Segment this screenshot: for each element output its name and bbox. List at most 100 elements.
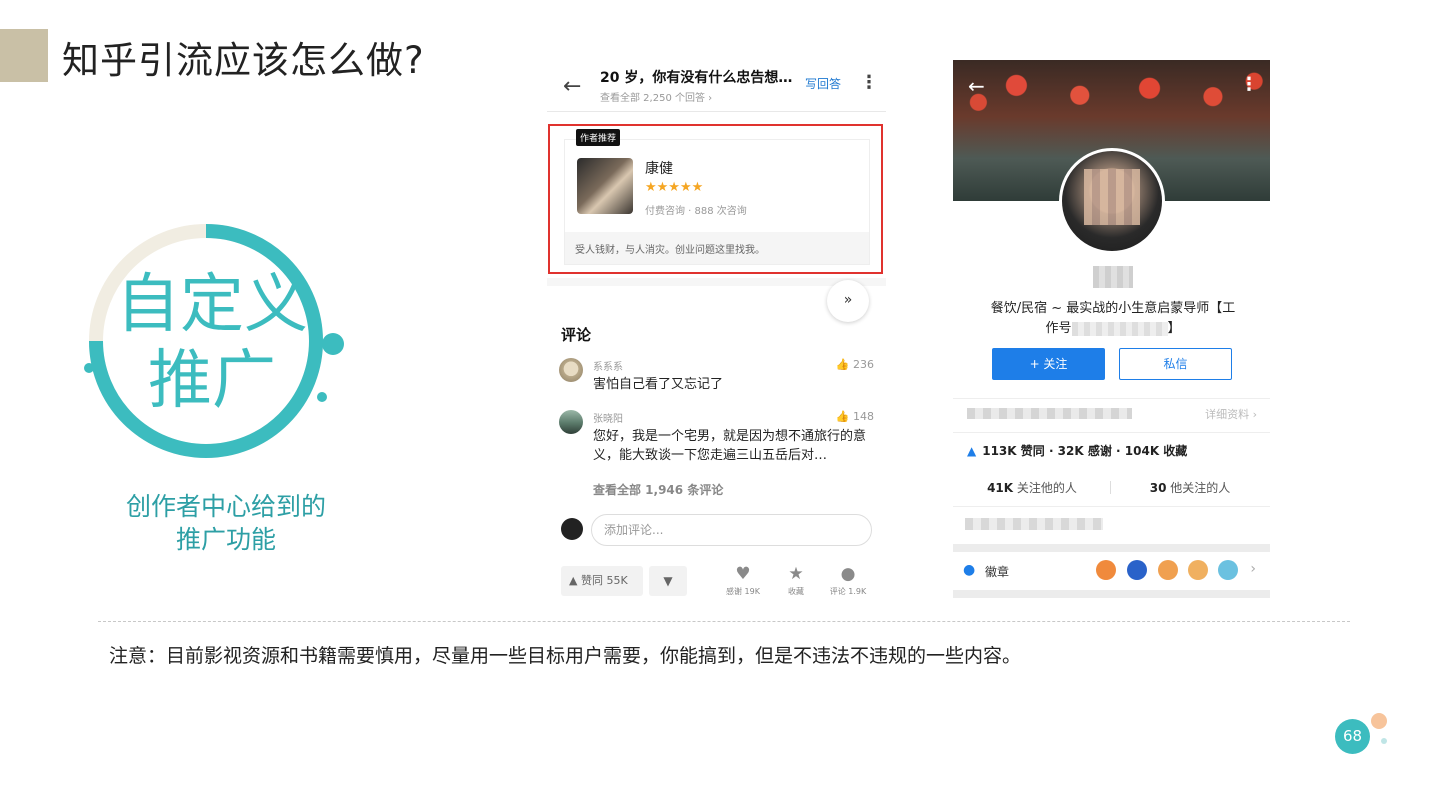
comments-title: 评论 — [561, 326, 592, 344]
profile-name-mosaic — [1093, 266, 1133, 288]
answer-action-bar: ▲ 赞同 55K ▼ ♥ 感谢 19K ★ 收藏 ● 评论 1.9K — [547, 560, 886, 606]
detail-link[interactable]: 详细资料 › — [1205, 406, 1257, 422]
following-stat[interactable]: 41K 关注他的人 — [953, 479, 1111, 496]
section-band — [953, 590, 1270, 598]
add-comment-input[interactable]: 添加评论... — [591, 514, 872, 546]
message-button[interactable]: 私信 — [1119, 348, 1232, 380]
headline-mosaic — [1071, 321, 1168, 336]
chevron-right-icon[interactable]: › — [1250, 561, 1256, 577]
comment-text: 害怕自己看了又忘记了 — [593, 377, 724, 392]
comment-label: 评论 1.9K — [829, 587, 867, 596]
stats-text: 113K 赞同 · 32K 感谢 · 104K 收藏 — [982, 444, 1188, 458]
profile-screen: ← ⋮ 餐饮/民宿 ~ 最实战的小生意启蒙导师【工 作号 】 + 关注 私信 详细… — [953, 60, 1270, 606]
author-slogan: 受人钱财，与人消灾。创业问题这里找我。 — [565, 232, 869, 264]
comment-user[interactable]: 张晓阳 — [593, 410, 623, 425]
collect-label: 收藏 — [788, 587, 804, 596]
thumbs-up-icon: 👍 — [835, 410, 850, 423]
author-recommend-card[interactable]: 康健 ★★★★★ 付费咨询 · 888 次咨询 受人钱财，与人消灾。创业问题这里… — [564, 139, 870, 265]
badge-icon[interactable] — [1218, 560, 1238, 580]
comment-bubble-icon: ● — [840, 564, 856, 584]
divider — [953, 432, 1270, 433]
profile-info-row: 详细资料 › — [967, 404, 1257, 424]
comment-like[interactable]: 👍 236 — [836, 358, 874, 371]
thumbs-up-icon: 👍 — [835, 358, 850, 371]
comment-text: 您好，我是一个宅男，就是因为想不通旅行的意义，能大致谈一下您走遍三山五岳后对… — [593, 429, 867, 463]
avatar-mosaic — [1084, 169, 1140, 225]
highlight-box: 康健 ★★★★★ 付费咨询 · 888 次咨询 受人钱财，与人消灾。创业问题这里… — [548, 124, 883, 274]
add-comment-row: 添加评论... — [559, 514, 874, 546]
view-all-comments-link[interactable]: 查看全部 1,946 条评论 — [593, 481, 723, 498]
decor-dot-small — [1381, 738, 1387, 744]
arrow-left-icon[interactable]: ← — [968, 74, 985, 98]
chevrons-down-icon[interactable]: » — [827, 280, 869, 322]
question-screen: ← 20 岁，你有没有什么忠告想… 查看全部 2,250 个回答 › 写回答 ⋮… — [547, 60, 886, 606]
ring-dot-large — [322, 333, 344, 355]
comment-item: 系系系 👍 236 害怕自己看了又忘记了 — [559, 358, 874, 398]
note-text: 注意：目前影视资源和书籍需要慎用，尽量用一些目标用户需要，你能搞到，但是不违法不… — [109, 645, 1022, 667]
badges-row[interactable]: ● 徽章 › — [953, 556, 1270, 586]
followers-stat[interactable]: 30 他关注的人 — [1111, 479, 1269, 496]
downvote-button[interactable]: ▼ — [649, 566, 687, 596]
thanks-label: 感谢 19K — [726, 587, 760, 596]
write-answer-button[interactable]: 写回答 — [805, 75, 841, 92]
headline-end: 】 — [1167, 321, 1181, 336]
comment-like-count: 148 — [853, 410, 874, 423]
follow-button[interactable]: + 关注 — [992, 348, 1105, 380]
divider — [953, 398, 1270, 399]
thanks-button[interactable]: ♥ 感谢 19K — [720, 564, 766, 597]
headline-text: 餐饮/民宿 ~ 最实战的小生意启蒙导师【工 — [990, 301, 1236, 316]
badge-ribbon-icon: ● — [963, 562, 976, 578]
badges-label: 徽章 — [985, 565, 1010, 579]
ring-text: 自定义 推广 — [102, 267, 322, 419]
collect-button[interactable]: ★ 收藏 — [773, 564, 819, 597]
badge-icon[interactable] — [1127, 560, 1147, 580]
profile-avatar — [1059, 148, 1165, 254]
commenter-avatar[interactable] — [559, 410, 583, 434]
ring-caption: 创作者中心给到的 推广功能 — [100, 490, 352, 556]
upvote-button[interactable]: ▲ 赞同 55K — [561, 566, 643, 596]
ring-text-line1: 自定义 — [116, 268, 308, 342]
following-count: 41K — [987, 481, 1014, 495]
arrow-left-icon[interactable]: ← — [563, 74, 581, 99]
commenter-avatar[interactable] — [559, 358, 583, 382]
comment-user[interactable]: 系系系 — [593, 358, 623, 373]
caption-line2: 推广功能 — [175, 525, 276, 554]
comment-item: 张晓阳 👍 148 您好，我是一个宅男，就是因为想不通旅行的意义，能大致谈一下您… — [559, 410, 874, 470]
current-user-avatar — [561, 518, 583, 540]
caption-line1: 创作者中心给到的 — [125, 492, 326, 521]
profile-stats: ▲ 113K 赞同 · 32K 感谢 · 104K 收藏 — [967, 442, 1187, 459]
comment-like-count: 236 — [853, 358, 874, 371]
more-vertical-icon[interactable]: ⋮ — [860, 72, 878, 93]
author-recommend-tag: 作者推荐 — [576, 129, 621, 146]
badge-icon[interactable] — [1188, 560, 1208, 580]
badge-icon[interactable] — [1158, 560, 1178, 580]
ring-text-line2: 推广 — [148, 344, 276, 418]
more-vertical-icon[interactable]: ⋮ — [1240, 74, 1258, 95]
rating-stars: ★★★★★ — [645, 180, 704, 195]
comment-button[interactable]: ● 评论 1.9K — [825, 564, 871, 597]
follow-stats: 41K 关注他的人 30 他关注的人 — [953, 476, 1270, 498]
followers-label: 他关注的人 — [1170, 481, 1231, 495]
followers-count: 30 — [1149, 481, 1167, 495]
ring-dot-left — [84, 363, 94, 373]
info-mosaic — [967, 408, 1132, 419]
ring-graphic: 自定义 推广 — [80, 215, 350, 475]
profile-headline: 餐饮/民宿 ~ 最实战的小生意启蒙导师【工 作号 】 — [973, 299, 1253, 339]
dashed-divider — [98, 621, 1350, 622]
question-header: ← 20 岁，你有没有什么忠告想… 查看全部 2,250 个回答 › 写回答 ⋮ — [547, 60, 886, 112]
following-label: 关注他的人 — [1016, 481, 1077, 495]
badge-icon[interactable] — [1096, 560, 1116, 580]
heart-icon: ♥ — [735, 564, 751, 584]
divider — [953, 506, 1270, 507]
section-band — [953, 544, 1270, 552]
all-answers-link[interactable]: 查看全部 2,250 个回答 › — [600, 89, 712, 104]
question-title[interactable]: 20 岁，你有没有什么忠告想… — [600, 67, 792, 87]
page-number: 68 — [1335, 719, 1370, 754]
comment-like[interactable]: 👍 148 — [836, 410, 874, 423]
star-icon: ★ — [788, 564, 804, 584]
author-avatar — [577, 158, 633, 214]
title-accent-block — [0, 29, 48, 82]
decor-dot-orange — [1371, 713, 1387, 729]
author-name: 康健 — [645, 161, 673, 177]
bio-mosaic — [965, 518, 1103, 530]
